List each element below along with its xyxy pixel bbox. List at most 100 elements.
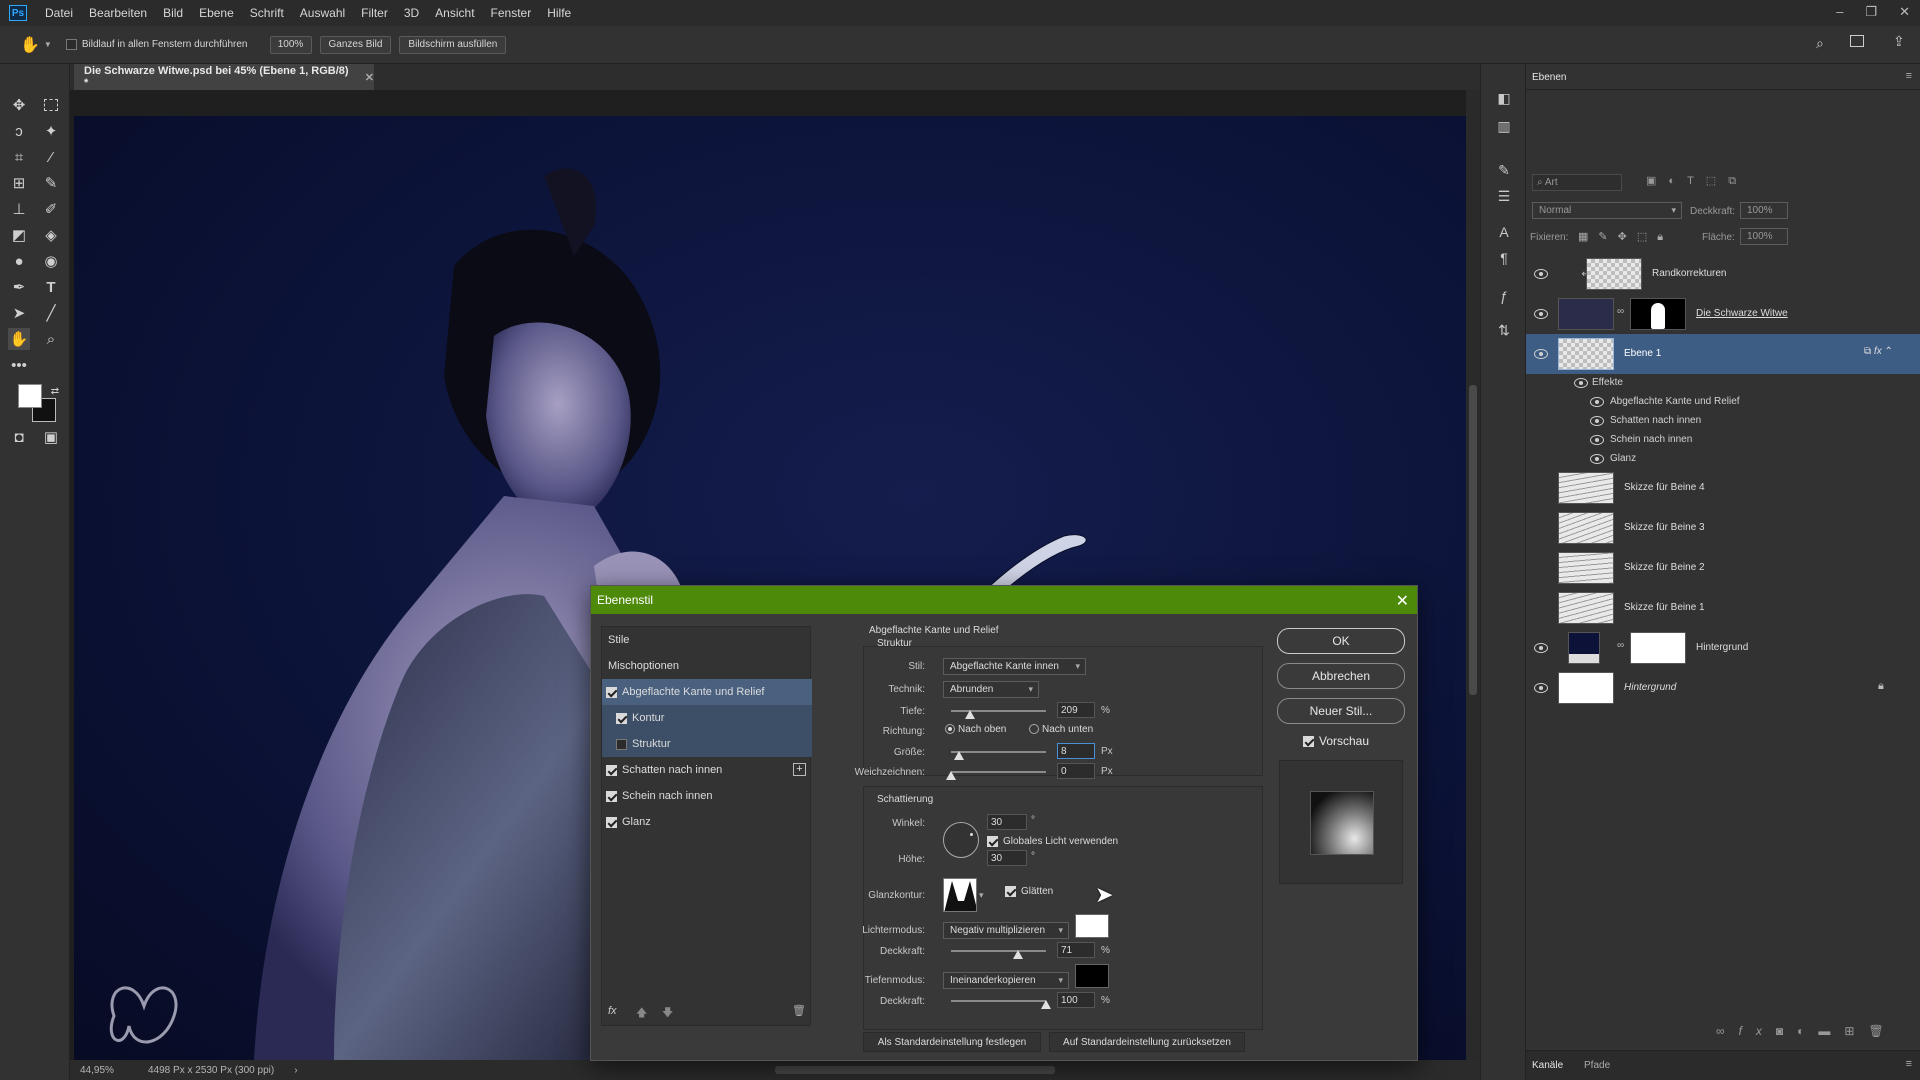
stil-select[interactable]: Abgeflachte Kante innen ▾ [943,658,1086,675]
texture-checkbox[interactable] [616,738,627,750]
fit-screen-button[interactable]: Ganzes Bild [319,35,392,54]
dialog-close-icon[interactable]: ✕ [1396,591,1409,611]
layer-row[interactable]: ↲ Randkorrekturen [1526,254,1920,294]
fill-screen-button[interactable]: Bildschirm ausfüllen [399,35,507,54]
groesse-slider-track[interactable] [951,751,1046,753]
deckkraft-2-slider-track[interactable] [951,1000,1046,1002]
close-window-icon[interactable]: ✕ [1899,4,1910,20]
move-up-icon[interactable]: 🡅 [636,1004,647,1023]
link-chain-icon[interactable]: ∞ [1617,640,1624,651]
layer-name[interactable]: Hintergrund [1624,682,1676,693]
close-tab-icon[interactable]: ✕ [365,71,374,84]
brush-tool-icon[interactable]: ✎ [40,172,62,194]
visibility-eye-icon[interactable] [1534,269,1548,279]
menu-datei[interactable]: Datei [37,6,81,20]
hand-tool-active-icon[interactable]: ✋ [8,328,30,350]
lock-all-icon[interactable]: 🔒︎ [1657,231,1673,243]
visibility-toggle-empty[interactable] [1534,482,1548,494]
groesse-input[interactable]: 8 [1057,743,1095,759]
menu-3d[interactable]: 3D [396,6,427,20]
contour-checkbox[interactable] [616,712,627,724]
lock-artboard-icon[interactable]: ⬚ [1637,231,1657,243]
opacity-field[interactable]: 100% [1740,202,1788,219]
menu-fenster[interactable]: Fenster [483,6,540,20]
deckkraft-1-slider-track[interactable] [951,950,1046,952]
effect-item[interactable]: Abgeflachte Kante und Relief [1526,393,1920,412]
weich-slider-track[interactable] [951,771,1046,773]
visibility-toggle-empty[interactable] [1534,522,1548,534]
global-light-checkbox[interactable] [987,836,998,847]
delete-layer-icon[interactable]: 🗑︎ [1868,1024,1897,1038]
tiefe-input[interactable]: 209 [1057,702,1095,718]
layer-name[interactable]: Skizze für Beine 2 [1624,562,1705,573]
weich-input[interactable]: 0 [1057,763,1095,779]
preview-checkbox[interactable] [1303,736,1314,748]
technik-select[interactable]: Abrunden ▾ [943,681,1039,698]
new-adjustment-icon[interactable]: ◐ [1797,1024,1818,1038]
styles-header[interactable]: Stile [602,627,812,653]
eyedropper-icon[interactable]: ⁄ [40,146,62,168]
layer-row-selected[interactable]: Ebene 1 ⧉ fx ⌃ [1526,334,1920,374]
lock-move-icon[interactable]: ✥ [1618,231,1637,243]
search-icon[interactable]: ⌕ [1816,35,1824,52]
layer-name[interactable]: Randkorrekturen [1652,268,1726,279]
gloss-contour-picker[interactable] [943,878,977,912]
lock-paint-icon[interactable]: ✎ [1598,231,1617,243]
angle-dial[interactable] [943,822,979,858]
bevel-checkbox[interactable] [606,686,617,698]
hand-tool-icon[interactable]: ✋ [20,35,40,55]
tiefe-slider-handle[interactable] [965,710,975,719]
visibility-eye-icon[interactable] [1590,454,1604,464]
blur-tool-icon[interactable]: ● [8,250,30,272]
layer-name[interactable]: Skizze für Beine 1 [1624,602,1705,613]
visibility-eye-icon[interactable] [1534,643,1548,653]
effect-item[interactable]: Schatten nach innen [1526,412,1920,431]
paragraph-panel-icon[interactable]: ¶ [1494,248,1514,268]
document-tab[interactable]: Die Schwarze Witwe.psd bei 45% (Ebene 1,… [74,64,374,90]
visibility-eye-icon[interactable] [1574,378,1588,388]
panel-menu-icon[interactable]: ≡ [1906,1058,1912,1070]
more-tools-icon[interactable]: ••• [8,354,30,376]
effect-item[interactable]: Glanz [1526,450,1920,469]
menu-ansicht[interactable]: Ansicht [427,6,482,20]
quick-mask-icon[interactable]: ◘ [8,426,30,448]
layer-row[interactable]: Skizze für Beine 2 [1526,548,1920,588]
tab-pfade[interactable]: Pfade [1584,1060,1610,1071]
path-selection-icon[interactable]: ➤ [8,302,30,324]
paint-bucket-icon[interactable]: ◈ [40,224,62,246]
tab-kanaele[interactable]: Kanäle [1532,1060,1563,1071]
foreground-color-swatch[interactable] [18,384,42,408]
visibility-eye-icon[interactable] [1534,683,1548,693]
share-icon[interactable]: ⇪ [1893,33,1905,50]
style-item-contour[interactable]: Kontur [602,705,812,731]
visibility-toggle-empty[interactable] [1534,562,1548,574]
filter-adjust-icon[interactable]: ◐ [1668,175,1687,187]
richtung-up-radio[interactable]: Nach oben [945,724,1006,735]
style-item-bevel[interactable]: Abgeflachte Kante und Relief [602,679,812,705]
menu-bild[interactable]: Bild [155,6,191,20]
satin-checkbox[interactable] [606,816,617,828]
zoom-tool-icon[interactable]: ⌕ [40,328,62,350]
workspace-icon[interactable] [1850,35,1864,47]
horizontal-scrollbar-thumb[interactable] [775,1066,1055,1074]
panel-menu-icon[interactable]: ≡ [1906,70,1912,82]
lasso-tool-icon[interactable]: ↄ [8,120,30,142]
menu-ebene[interactable]: Ebene [191,6,242,20]
layer-row[interactable]: Skizze für Beine 3 [1526,508,1920,548]
layer-row[interactable]: Hintergrund 🔒︎ [1526,668,1920,708]
link-layers-icon[interactable]: ∞ [1716,1024,1739,1038]
marquee-tool-icon[interactable] [40,94,62,116]
layer-row[interactable]: Skizze für Beine 1 [1526,588,1920,628]
histogram-panel-icon[interactable]: ▥ [1494,116,1514,136]
visibility-eye-icon[interactable] [1534,349,1548,359]
contour-chevron-icon[interactable]: ▾ [979,890,984,901]
add-style-icon[interactable]: fx [1739,1024,1776,1038]
tiefenmodus-select[interactable]: Ineinanderkopieren ▾ [943,972,1069,989]
hoehe-input[interactable]: 30 [987,850,1027,866]
blend-options-item[interactable]: Mischoptionen [602,653,812,679]
pen-tool-icon[interactable]: ✒ [8,276,30,298]
effects-group[interactable]: Effekte [1526,374,1920,393]
properties-panel-icon[interactable]: ⇅ [1494,320,1514,340]
groesse-slider-handle[interactable] [953,751,964,760]
delete-effect-icon[interactable]: 🗑︎ [792,1004,806,1017]
